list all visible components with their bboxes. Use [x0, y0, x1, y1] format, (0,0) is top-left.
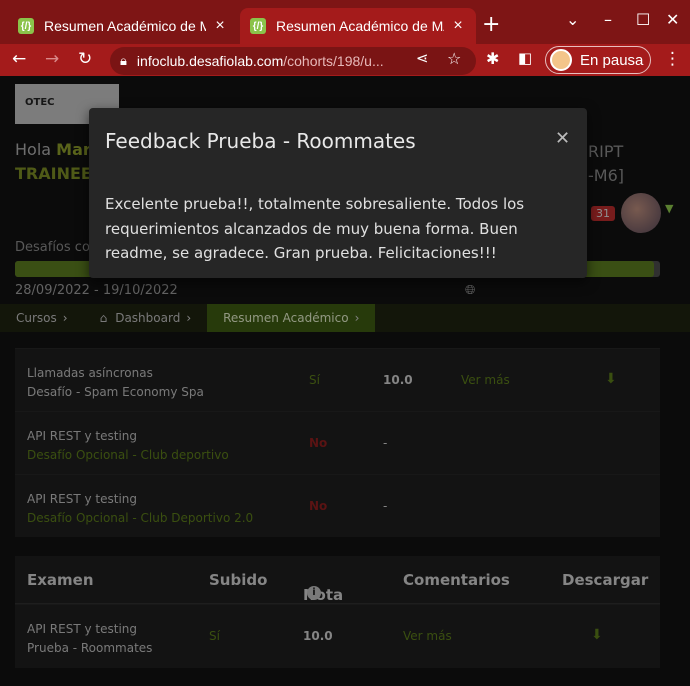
extensions-puzzle-icon[interactable]: ✱	[486, 49, 499, 68]
tab-title: Resumen Académico de MAF	[44, 18, 206, 34]
minimize-icon[interactable]: –	[604, 10, 612, 29]
close-icon[interactable]: ✕	[555, 128, 570, 149]
bookmark-star-icon[interactable]: ☆	[447, 49, 461, 68]
tab-title: Resumen Académico de MAF	[276, 18, 444, 34]
modal-body: Excelente prueba!!, totalmente sobresali…	[105, 195, 525, 262]
feedback-modal: Feedback Prueba - Roommates ✕ Excelente …	[89, 108, 587, 278]
close-window-icon[interactable]: ✕	[666, 10, 679, 29]
site-favicon-icon: {/}	[250, 18, 266, 34]
close-tab-icon[interactable]: ×	[212, 17, 228, 35]
maximize-icon[interactable]: ☐	[636, 10, 650, 29]
browser-toolbar: ← → ↻ 🔒︎ infoclub.desafiolab.com/cohorts…	[0, 44, 690, 76]
url-path: /cohorts/198/u...	[283, 53, 384, 69]
share-icon[interactable]: ⋖	[416, 49, 429, 67]
new-tab-icon[interactable]: +	[482, 12, 500, 37]
back-arrow-icon[interactable]: ←	[12, 49, 26, 69]
browser-tab-bar: {/} Resumen Académico de MAF × {/} Resum…	[0, 0, 690, 44]
browser-menu-icon[interactable]: ⋮	[664, 49, 681, 69]
profile-status-label: En pausa	[580, 51, 644, 69]
lock-icon: 🔒︎	[120, 53, 127, 68]
browser-tab-2[interactable]: {/} Resumen Académico de MAF ×	[240, 8, 476, 44]
close-tab-icon[interactable]: ×	[450, 17, 466, 35]
chevron-down-icon[interactable]: ⌄	[566, 10, 579, 29]
side-panel-icon[interactable]: ◧	[518, 49, 532, 67]
profile-avatar-icon	[550, 49, 572, 71]
url-host: infoclub.desafiolab.com	[136, 53, 284, 69]
browser-tab-1[interactable]: {/} Resumen Académico de MAF ×	[8, 8, 238, 44]
profile-button[interactable]: En pausa	[545, 46, 651, 74]
modal-title: Feedback Prueba - Roommates	[105, 129, 416, 153]
reload-icon[interactable]: ↻	[78, 49, 92, 69]
site-favicon-icon: {/}	[18, 18, 34, 34]
forward-arrow-icon[interactable]: →	[45, 49, 59, 69]
